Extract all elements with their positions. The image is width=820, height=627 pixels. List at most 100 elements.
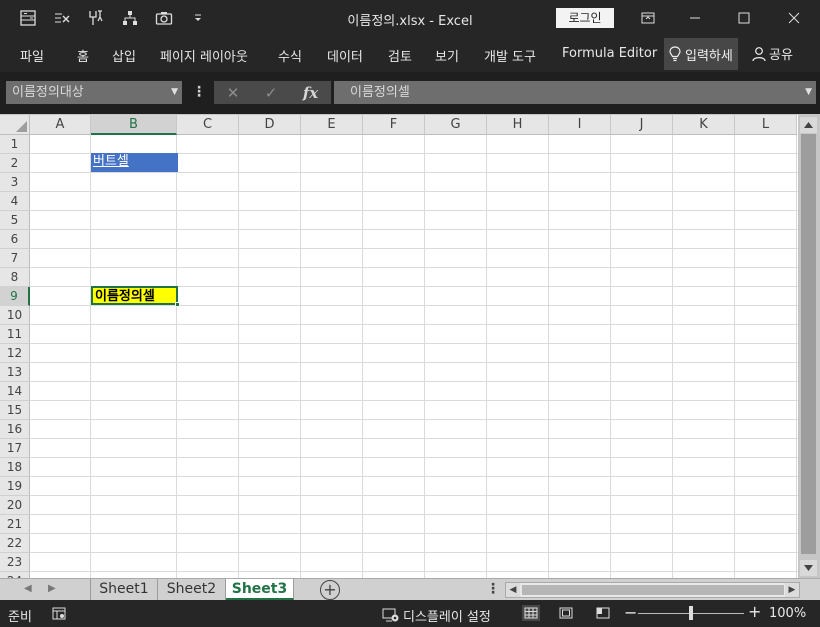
row-header-5[interactable]: 5 xyxy=(0,211,30,230)
column-header-d[interactable]: D xyxy=(239,115,301,135)
tab-formula-editor[interactable]: Formula Editor xyxy=(562,46,657,61)
hierarchy-icon[interactable] xyxy=(120,8,140,28)
normal-view-icon[interactable] xyxy=(522,605,540,621)
row-gridline xyxy=(30,400,798,401)
tab-home[interactable]: 홈 xyxy=(77,46,89,65)
customize-toolbar-icon[interactable] xyxy=(188,8,208,28)
column-header-l[interactable]: L xyxy=(735,115,797,135)
tab-page-layout[interactable]: 페이지 레이아웃 xyxy=(160,46,248,65)
column-gridline xyxy=(672,135,673,578)
column-header-b[interactable]: B xyxy=(91,115,177,135)
tab-data[interactable]: 데이터 xyxy=(327,46,363,65)
zoom-slider-thumb[interactable] xyxy=(689,606,693,620)
row-header-13[interactable]: 13 xyxy=(0,363,30,382)
page-break-view-icon[interactable] xyxy=(594,605,612,621)
row-header-16[interactable]: 16 xyxy=(0,420,30,439)
macro-record-icon[interactable] xyxy=(52,607,66,624)
insert-function-icon[interactable]: fx xyxy=(303,84,318,102)
formula-bar-grip-icon[interactable]: ⋮ xyxy=(192,84,206,100)
fill-handle[interactable] xyxy=(175,302,180,307)
horizontal-scrollbar[interactable]: ◀ ▶ xyxy=(505,582,800,598)
zoom-out-button[interactable]: − xyxy=(624,603,637,622)
page-layout-view-icon[interactable] xyxy=(557,605,575,621)
cell-b9-named[interactable]: 이름정의셀 xyxy=(91,286,178,305)
formula-input[interactable]: 이름정의셀 ▼ xyxy=(334,81,816,104)
column-header-a[interactable]: A xyxy=(30,115,91,135)
row-header-20[interactable]: 20 xyxy=(0,496,30,515)
cell-b2-link[interactable]: 버트셀 xyxy=(91,153,178,172)
camera-icon[interactable] xyxy=(154,8,174,28)
vertical-scrollbar[interactable] xyxy=(798,115,820,578)
row-header-8[interactable]: 8 xyxy=(0,268,30,287)
row-header-12[interactable]: 12 xyxy=(0,344,30,363)
cancel-icon[interactable]: ✕ xyxy=(227,84,240,102)
name-box[interactable]: 이름정의대상 ▼ xyxy=(6,81,182,104)
scroll-up-icon[interactable] xyxy=(800,117,817,133)
row-header-7[interactable]: 7 xyxy=(0,249,30,268)
tell-me-box[interactable]: 입력하세 xyxy=(664,38,738,70)
row-header-18[interactable]: 18 xyxy=(0,458,30,477)
person-icon xyxy=(752,46,766,61)
row-header-22[interactable]: 22 xyxy=(0,534,30,553)
column-header-e[interactable]: E xyxy=(301,115,363,135)
tab-review[interactable]: 검토 xyxy=(388,46,412,65)
next-sheet-icon[interactable]: ▶ xyxy=(48,583,56,594)
row-header-9[interactable]: 9 xyxy=(0,287,30,306)
tab-view[interactable]: 보기 xyxy=(435,46,459,65)
row-header-21[interactable]: 21 xyxy=(0,515,30,534)
row-header-1[interactable]: 1 xyxy=(0,135,30,154)
expand-formula-icon[interactable]: ▼ xyxy=(805,81,812,104)
row-header-6[interactable]: 6 xyxy=(0,230,30,249)
clear-format-icon[interactable] xyxy=(52,8,72,28)
trim-tool-icon[interactable] xyxy=(86,8,106,28)
minimize-icon[interactable] xyxy=(680,6,710,30)
column-header-k[interactable]: K xyxy=(673,115,735,135)
sheet-tab-sheet2[interactable]: Sheet2 xyxy=(158,579,226,600)
column-header-g[interactable]: G xyxy=(425,115,487,135)
column-header-j[interactable]: J xyxy=(611,115,673,135)
row-header-2[interactable]: 2 xyxy=(0,154,30,173)
tab-file[interactable]: 파일 xyxy=(20,46,44,65)
sheet-tab-sheet3[interactable]: Sheet3 xyxy=(226,579,294,600)
ribbon-display-options-icon[interactable] xyxy=(633,6,663,30)
row-gridline xyxy=(30,343,798,344)
close-icon[interactable] xyxy=(779,6,809,30)
row-header-11[interactable]: 11 xyxy=(0,325,30,344)
worksheet-grid[interactable]: ABCDEFGHIJKL 1 2 3 4 5 6 7 8 9 10 11 12 13 14 15 16 17 18… xyxy=(0,115,798,578)
column-header-f[interactable]: F xyxy=(363,115,425,135)
tab-developer[interactable]: 개발 도구 xyxy=(484,46,536,65)
row-header-15[interactable]: 15 xyxy=(0,401,30,420)
zoom-level[interactable]: 100% xyxy=(769,606,806,621)
maximize-icon[interactable] xyxy=(729,6,759,30)
add-sheet-icon[interactable]: + xyxy=(320,580,340,600)
vertical-scroll-thumb[interactable] xyxy=(801,134,816,554)
column-header-i[interactable]: I xyxy=(549,115,611,135)
prev-sheet-icon[interactable]: ◀ xyxy=(24,583,32,594)
tab-insert[interactable]: 삽입 xyxy=(112,46,136,65)
login-button[interactable]: 로그인 xyxy=(556,8,614,28)
enter-icon[interactable]: ✓ xyxy=(265,84,278,102)
display-settings-button[interactable]: 디스플레이 설정 xyxy=(382,606,491,625)
share-button[interactable]: 공유 xyxy=(752,44,793,63)
row-header-10[interactable]: 10 xyxy=(0,306,30,325)
display-settings-label: 디스플레이 설정 xyxy=(403,610,491,625)
row-header-14[interactable]: 14 xyxy=(0,382,30,401)
tab-split-handle-icon[interactable]: ⋮ xyxy=(486,581,500,597)
zoom-in-button[interactable]: + xyxy=(748,602,761,621)
column-header-h[interactable]: H xyxy=(487,115,549,135)
row-header-19[interactable]: 19 xyxy=(0,477,30,496)
scroll-left-icon[interactable]: ◀ xyxy=(506,583,520,597)
sheet-tab-sheet1[interactable]: Sheet1 xyxy=(90,579,158,600)
name-box-dropdown-icon[interactable]: ▼ xyxy=(171,81,178,104)
row-header-3[interactable]: 3 xyxy=(0,173,30,192)
scroll-right-icon[interactable]: ▶ xyxy=(785,583,799,597)
horizontal-scroll-thumb[interactable] xyxy=(522,585,784,595)
column-header-c[interactable]: C xyxy=(177,115,239,135)
select-all-corner[interactable] xyxy=(0,115,30,135)
row-header-23[interactable]: 23 xyxy=(0,553,30,572)
form-icon[interactable] xyxy=(18,8,38,28)
scroll-down-icon[interactable] xyxy=(800,560,817,576)
row-header-17[interactable]: 17 xyxy=(0,439,30,458)
row-header-4[interactable]: 4 xyxy=(0,192,30,211)
tab-formulas[interactable]: 수식 xyxy=(278,46,302,65)
